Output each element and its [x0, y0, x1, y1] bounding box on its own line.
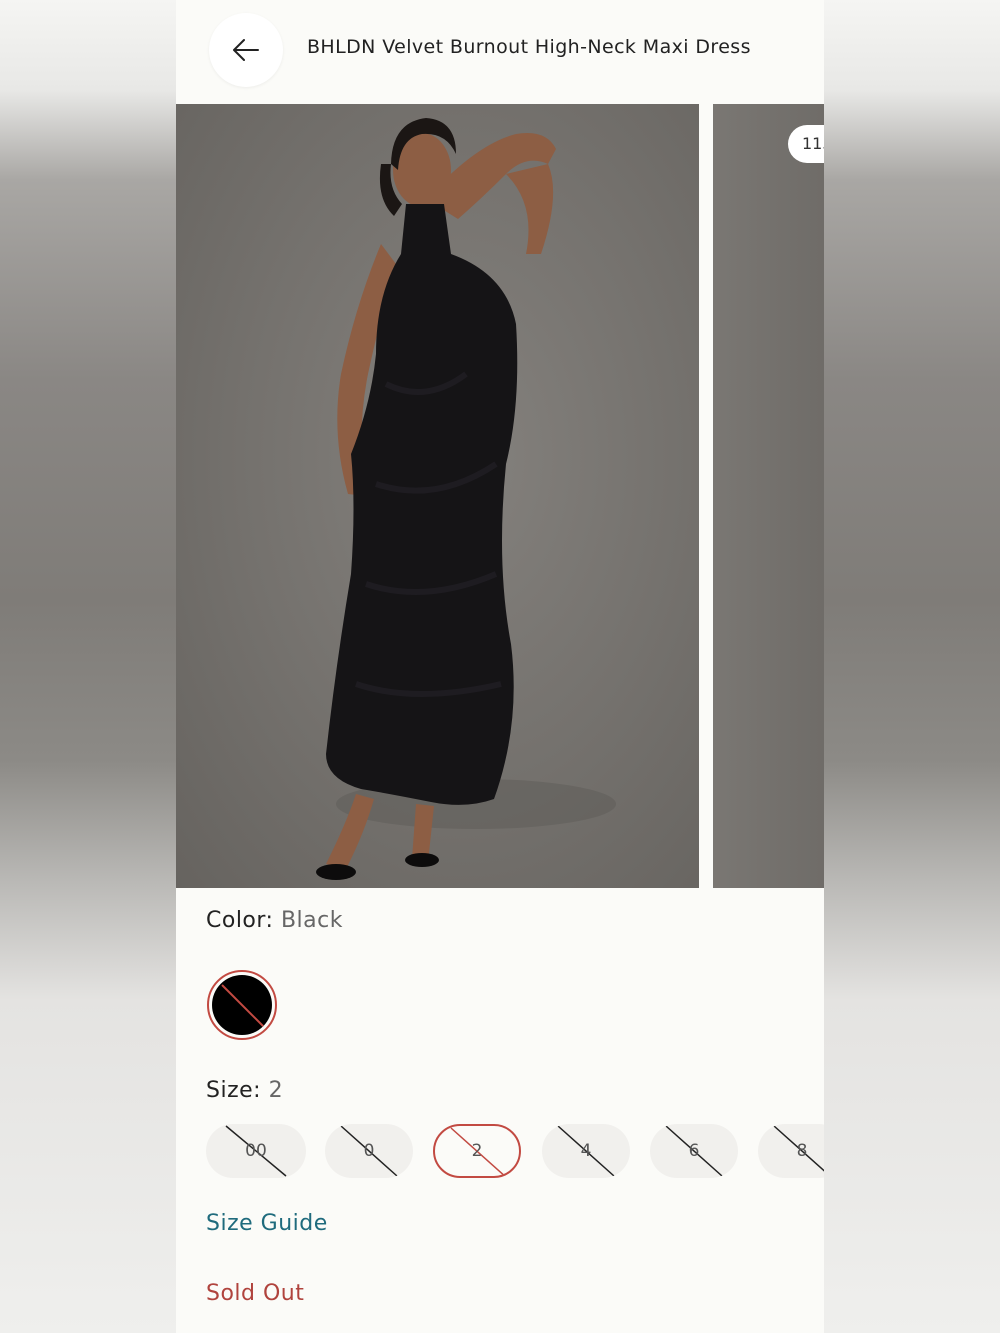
unavailable-strike-icon	[773, 1125, 824, 1172]
color-label: Color:	[206, 908, 274, 933]
color-value: Black	[280, 908, 343, 933]
header: BHLDN Velvet Burnout High-Neck Maxi Dres…	[176, 0, 824, 104]
size-option-4[interactable]: 4	[542, 1124, 630, 1178]
sold-out-status: Sold Out	[206, 1281, 305, 1306]
color-swatch-black[interactable]	[207, 970, 277, 1040]
size-option-8[interactable]: 8	[758, 1124, 824, 1178]
next-photo-preview[interactable]	[713, 104, 824, 888]
size-guide-link[interactable]: Size Guide	[206, 1211, 328, 1236]
size-option-6[interactable]: 6	[650, 1124, 738, 1178]
size-option-label: 6	[688, 1141, 700, 1161]
size-option-00[interactable]: 00	[206, 1124, 306, 1178]
model-figure	[316, 118, 616, 880]
product-photo[interactable]	[176, 104, 699, 888]
size-value: 2	[268, 1078, 284, 1103]
image-counter: 115	[788, 125, 824, 163]
size-option-label: 0	[363, 1141, 375, 1161]
size-label: Size:	[206, 1078, 262, 1103]
size-option-label: 4	[580, 1141, 592, 1161]
size-option-0[interactable]: 0	[325, 1124, 413, 1178]
unavailable-strike-icon	[221, 984, 265, 1028]
size-option-label: 2	[471, 1141, 483, 1161]
size-label-row: Size: 2	[206, 1078, 283, 1103]
size-option-2[interactable]: 2	[433, 1124, 521, 1178]
color-label-row: Color: Black	[206, 908, 343, 933]
arrow-left-icon	[233, 39, 259, 61]
back-button[interactable]	[209, 13, 283, 87]
size-option-label: 8	[796, 1141, 808, 1161]
swatch-fill	[212, 975, 272, 1035]
image-gallery[interactable]: 115	[176, 104, 824, 888]
product-page: BHLDN Velvet Burnout High-Neck Maxi Dres…	[176, 0, 824, 1333]
size-option-label: 00	[245, 1141, 267, 1161]
product-title: BHLDN Velvet Burnout High-Neck Maxi Dres…	[307, 36, 751, 58]
